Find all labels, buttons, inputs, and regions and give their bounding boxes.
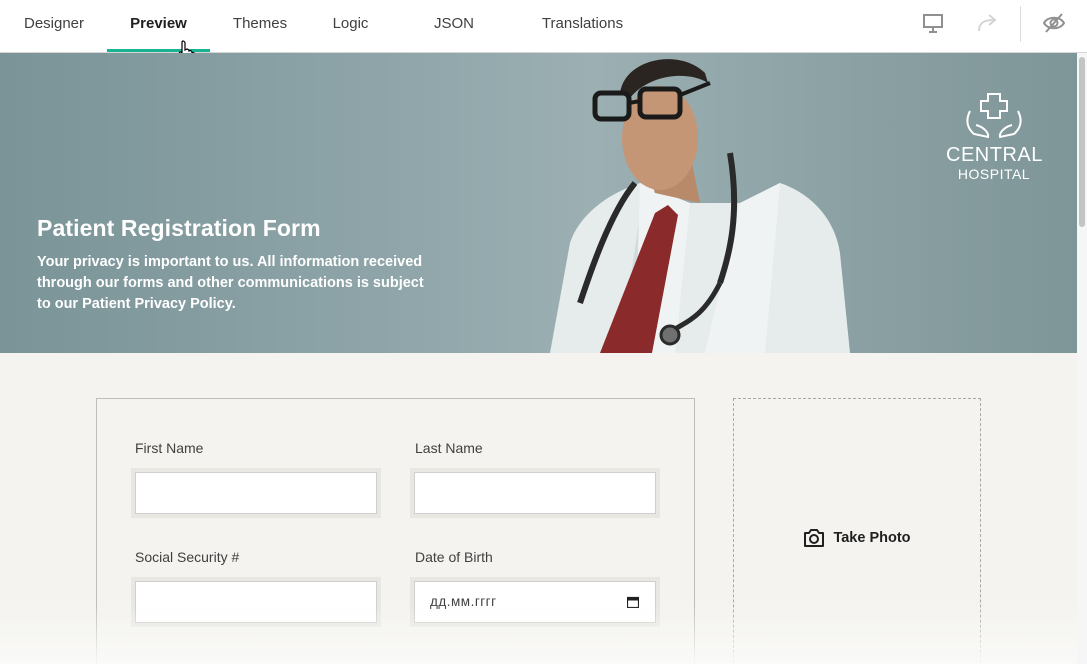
tab-preview[interactable]: Preview (107, 0, 210, 52)
tab-logic[interactable]: Logic (332, 0, 369, 52)
form-description: Your privacy is important to us. All inf… (37, 254, 424, 312)
monitor-icon[interactable] (921, 11, 945, 35)
top-toolbar: Designer Preview Themes Logic JSON Edito… (0, 0, 1087, 79)
form-preview-area: CENTRAL HOSPITAL Patient Registration Fo… (0, 53, 1077, 664)
logo-line2: HOSPITAL (957, 166, 1031, 182)
doctor-image (550, 59, 850, 353)
first-name-label: First Name (135, 440, 204, 456)
last-name-container (410, 468, 660, 518)
tab-designer[interactable]: Designer (23, 0, 85, 52)
last-name-label: Last Name (415, 440, 483, 456)
camera-icon (804, 529, 825, 547)
take-photo-button[interactable]: Take Photo (733, 398, 981, 664)
header-banner: CENTRAL HOSPITAL Patient Registration Fo… (0, 53, 1077, 353)
dob-container: дд.мм.гггг (410, 577, 660, 627)
ssn-input[interactable] (135, 581, 377, 623)
toolbar-separator (1020, 6, 1021, 42)
dob-placeholder: дд.мм.гггг (430, 594, 497, 609)
dob-input[interactable]: дд.мм.гггг (414, 581, 656, 623)
last-name-input[interactable] (414, 472, 656, 514)
tab-json-editor[interactable]: JSON Editor (413, 0, 495, 79)
ssn-container (131, 577, 381, 627)
eye-slash-icon[interactable] (1042, 11, 1066, 35)
scrollbar-thumb[interactable] (1079, 57, 1085, 227)
tab-translations[interactable]: Translations (539, 0, 626, 52)
redo-icon[interactable] (975, 11, 999, 35)
first-name-container (131, 468, 381, 518)
vertical-scrollbar[interactable] (1077, 53, 1087, 664)
take-photo-label: Take Photo (833, 530, 911, 546)
first-name-input[interactable] (135, 472, 377, 514)
dob-label: Date of Birth (415, 549, 493, 565)
tab-themes[interactable]: Themes (232, 0, 288, 52)
logo-line1: CENTRAL (946, 144, 1043, 166)
calendar-icon[interactable] (627, 596, 639, 608)
ssn-label: Social Security # (135, 549, 240, 565)
form-panel: First Name Last Name Social Security # D… (96, 398, 695, 664)
form-title: Patient Registration Form (37, 215, 321, 241)
